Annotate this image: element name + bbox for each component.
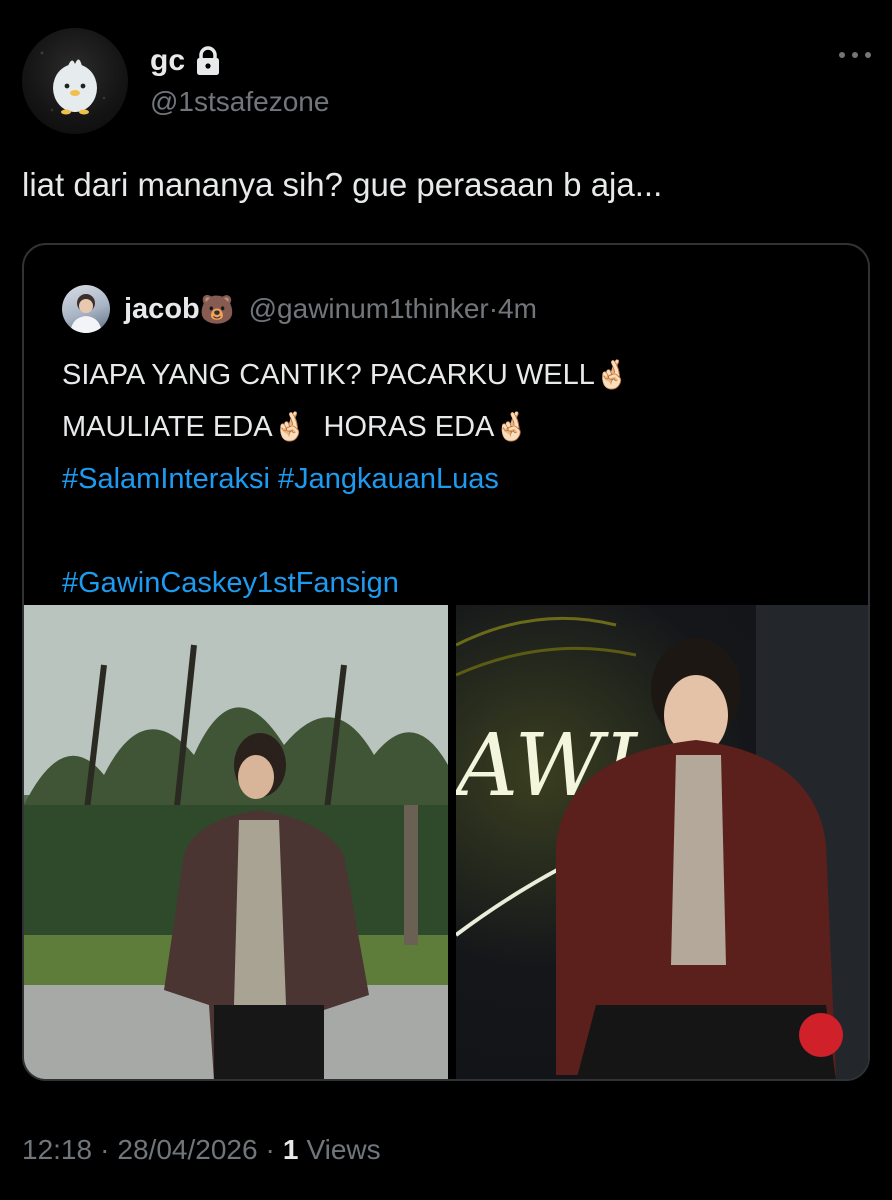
bear-emoji: 🐻 [199,292,235,326]
hashtag-line-1[interactable]: #SalamInteraksi #JangkauanLuas [62,453,842,505]
views-count: 1 [282,1134,299,1165]
tweet-header: gc @1stsafezone [22,28,872,138]
tweet-text: liat dari mananya sih? gue perasaan b aj… [22,166,663,203]
meta-separator-2: · [265,1134,275,1165]
views-label: Views [306,1134,381,1165]
quoted-text-1: SIAPA YANG CANTIK? PACARKU WELL [62,359,595,391]
quoted-text-2b: HORAS EDA [307,411,495,443]
quoted-display-name[interactable]: jacob [124,293,200,326]
tweet-time[interactable]: 12:18 [22,1134,92,1166]
author-avatar[interactable] [22,28,128,134]
tweet-date[interactable]: 28/04/2026 [117,1134,257,1166]
quoted-text-2a: MAULIATE EDA [62,411,273,443]
quoted-time[interactable]: 4m [498,293,537,325]
tweet-meta: 12:18 · 28/04/2026 · 1 Views [22,1134,381,1166]
quoted-tweet-card[interactable]: jacob 🐻 @gawinum1thinker · 4m SIAPA YANG… [22,243,870,1081]
crossed-fingers-emoji: 🤞🏻 [594,358,630,391]
quoted-handle[interactable]: @gawinum1thinker [249,293,489,325]
quoted-text-line-2: MAULIATE EDA🤞🏻 HORAS EDA🤞🏻 [62,401,842,453]
author-handle[interactable]: @1stsafezone [150,86,329,118]
meta-separator-1: · [100,1134,110,1165]
quoted-author-avatar[interactable] [62,285,110,333]
crossed-fingers-emoji: 🤞🏻 [494,410,530,443]
quoted-tweet-body: SIAPA YANG CANTIK? PACARKU WELL🤞🏻 MAULIA… [62,349,842,609]
author-display-name[interactable]: gc [150,44,185,78]
photo-outdoor[interactable] [24,605,448,1079]
photo-event-image: AWI [456,605,868,1079]
lock-icon [195,46,221,76]
photo-event[interactable]: AWI [456,605,868,1079]
name-row: gc [150,44,221,78]
quoted-tweet-header: jacob 🐻 @gawinum1thinker · 4m [62,283,537,335]
hashtag-line-2[interactable]: #GawinCaskey1stFansign [62,557,842,609]
person-avatar-icon [70,294,102,333]
separator-dot: · [488,293,499,324]
more-horizontal-icon[interactable] [838,48,872,60]
ghost-chick-icon [40,51,106,115]
quoted-text-line-1: SIAPA YANG CANTIK? PACARKU WELL🤞🏻 [62,349,842,401]
photo-outdoor-image [24,605,448,1079]
quoted-tweet-media: AWI [24,605,868,1079]
crossed-fingers-emoji: 🤞🏻 [272,410,308,443]
